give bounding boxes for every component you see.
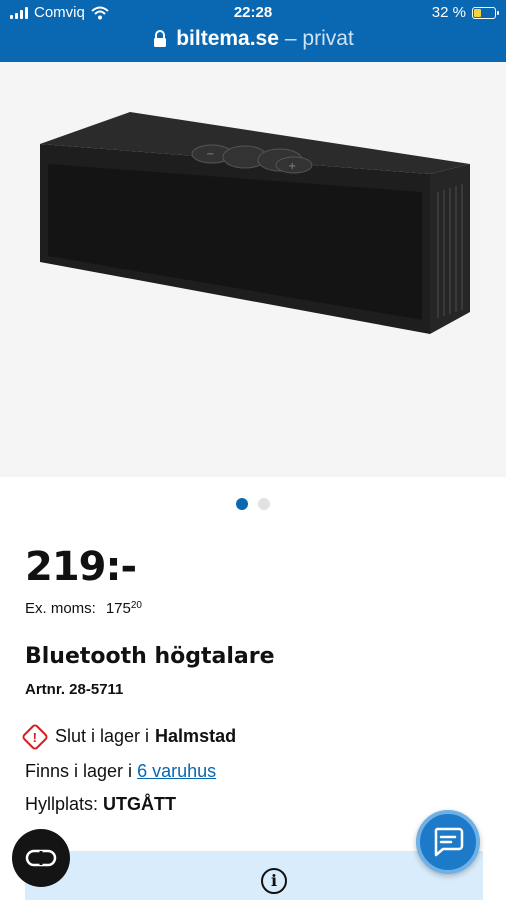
- stock-status-local: ! Slut i lager i Halmstad: [20, 722, 237, 751]
- battery-icon: [472, 6, 499, 19]
- battery-group: 32 %: [431, 4, 499, 21]
- battery-percent: 32 %: [431, 4, 466, 21]
- stores-link[interactable]: 6 varuhus: [137, 761, 216, 781]
- shelf-label: Hyllplats:: [25, 794, 99, 814]
- shelf-location: Hyllplats: UTGÅTT: [25, 794, 176, 815]
- price-ex-vat: Ex. moms: 17520: [25, 600, 142, 617]
- browser-top-bar: Comviq 22:28 32 % biltema.se – privat: [0, 0, 506, 62]
- svg-text:−: −: [206, 149, 214, 160]
- url-private-label: – privat: [284, 27, 354, 50]
- shelf-value: UTGÅTT: [103, 794, 177, 814]
- article-number: Artnr. 28-5711: [25, 681, 124, 698]
- lock-icon: [154, 30, 167, 47]
- bluetooth-speaker-image: − +: [40, 112, 470, 334]
- product-title: Bluetooth högtalare: [25, 644, 275, 669]
- store-name: Halmstad: [155, 726, 237, 746]
- in-stock-label: Finns i lager i: [25, 761, 133, 781]
- battery-level: [474, 8, 482, 17]
- chat-button[interactable]: [416, 810, 480, 874]
- warning-icon: !: [20, 722, 50, 751]
- ex-moms-value: 17520: [105, 600, 142, 617]
- loop-icon: [25, 849, 57, 867]
- url-bar[interactable]: biltema.se – privat: [0, 24, 506, 54]
- ex-moms-label: Ex. moms:: [25, 600, 96, 617]
- ex-moms-cents: 20: [130, 600, 142, 611]
- info-box[interactable]: i: [25, 851, 483, 900]
- svg-text:+: +: [288, 161, 296, 172]
- stock-status-other: Finns i lager i 6 varuhus: [25, 761, 216, 782]
- product-image-gallery[interactable]: − +: [0, 62, 506, 477]
- url-host: biltema.se: [176, 27, 279, 50]
- chat-icon: [434, 827, 464, 857]
- out-of-stock-label: Slut i lager i: [55, 726, 150, 746]
- product-price: 219:-: [25, 544, 137, 590]
- clock: 22:28: [233, 4, 273, 21]
- gallery-dot-1[interactable]: [236, 498, 248, 510]
- gallery-dot-2[interactable]: [258, 498, 270, 510]
- status-bar: Comviq 22:28 32 %: [0, 4, 506, 24]
- info-icon: i: [261, 868, 287, 894]
- gallery-pagination: [0, 498, 506, 510]
- loop-button[interactable]: [12, 829, 70, 887]
